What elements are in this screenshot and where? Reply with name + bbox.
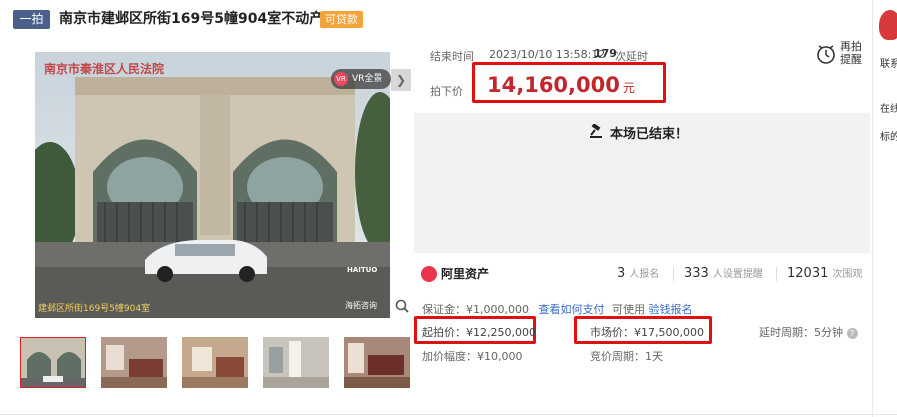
final-price-label: 拍下价: [430, 85, 463, 98]
photo-address-caption: 建邺区所街169号5幢904室: [38, 304, 151, 314]
bottom-divider: [0, 414, 897, 415]
vr-view-button[interactable]: VR VR全景: [331, 69, 391, 89]
alibaba-assets-logo-icon: [421, 265, 437, 282]
end-time-label: 结束时间: [430, 50, 474, 63]
how-to-pay-link[interactable]: 查看如何支付: [538, 303, 604, 316]
subject-label[interactable]: 标的: [880, 128, 897, 143]
views-stat: 12031 次围观: [787, 266, 863, 281]
main-property-photo[interactable]: [35, 52, 390, 318]
end-time-value: 2023/10/10 13:58:12: [489, 48, 606, 61]
vr-label: VR全景: [352, 74, 383, 84]
can-use-label: 可使用: [611, 303, 645, 316]
photo-court-watermark: 南京市秦淮区人民法院: [44, 62, 165, 76]
thumbnail-3[interactable]: [182, 337, 248, 388]
next-image-arrow-icon[interactable]: ❯: [391, 69, 411, 91]
delay-count: 179: [594, 47, 617, 60]
auction-ended-text: 本场已结束！: [610, 127, 689, 142]
stat-divider: [776, 267, 777, 281]
thumbnail-5[interactable]: [344, 337, 410, 388]
online-label[interactable]: 在线: [880, 100, 897, 115]
question-icon[interactable]: ?: [846, 327, 858, 339]
thumbnail-2[interactable]: [101, 337, 167, 388]
thumbnail-1[interactable]: [20, 337, 86, 388]
thumbnail-4[interactable]: [263, 337, 329, 388]
court-seal-icon: [879, 10, 897, 40]
zoom-icon[interactable]: [395, 299, 409, 313]
stat-divider: [673, 267, 674, 281]
start-price: 起拍价：¥12,250,000: [422, 326, 536, 339]
round-tag: 一拍: [13, 10, 50, 29]
platform-brand: 阿里资产: [421, 265, 489, 283]
gavel-icon: [590, 124, 602, 138]
photo-logo-sub: 海拓咨询: [345, 301, 377, 310]
scan-signup-link[interactable]: 验钱报名: [648, 303, 692, 316]
remind-again-button[interactable]: 再拍 提醒: [840, 40, 862, 66]
increment: 加价幅度：¥10,000: [422, 350, 523, 363]
reminders-stat: 333 人设置提醒: [684, 266, 763, 281]
photo-logo-text: HAITUO: [347, 266, 378, 274]
bid-period: 竞价周期：1天: [590, 350, 663, 363]
contact-label[interactable]: 联系: [880, 55, 897, 70]
remind-line1: 再拍: [840, 40, 862, 53]
loan-badge: 可贷款: [320, 11, 363, 28]
deposit-value: 保证金：¥1,000,000: [422, 303, 529, 316]
deposit-row: 保证金：¥1,000,000 查看如何支付 可使用 验钱报名: [422, 301, 692, 317]
vr-icon: VR: [334, 72, 348, 86]
alarm-clock-icon[interactable]: [815, 42, 837, 66]
signups-stat: 3 人报名: [617, 266, 660, 281]
market-price: 市场价：¥17,500,000: [590, 326, 704, 339]
remind-line2: 提醒: [840, 53, 862, 66]
delay-period: 延时周期：5分钟 ?: [759, 324, 858, 340]
page-title: 南京市建邺区所街169号5幢904室不动产: [59, 11, 324, 27]
final-price: 14,160,000 元: [487, 73, 635, 97]
